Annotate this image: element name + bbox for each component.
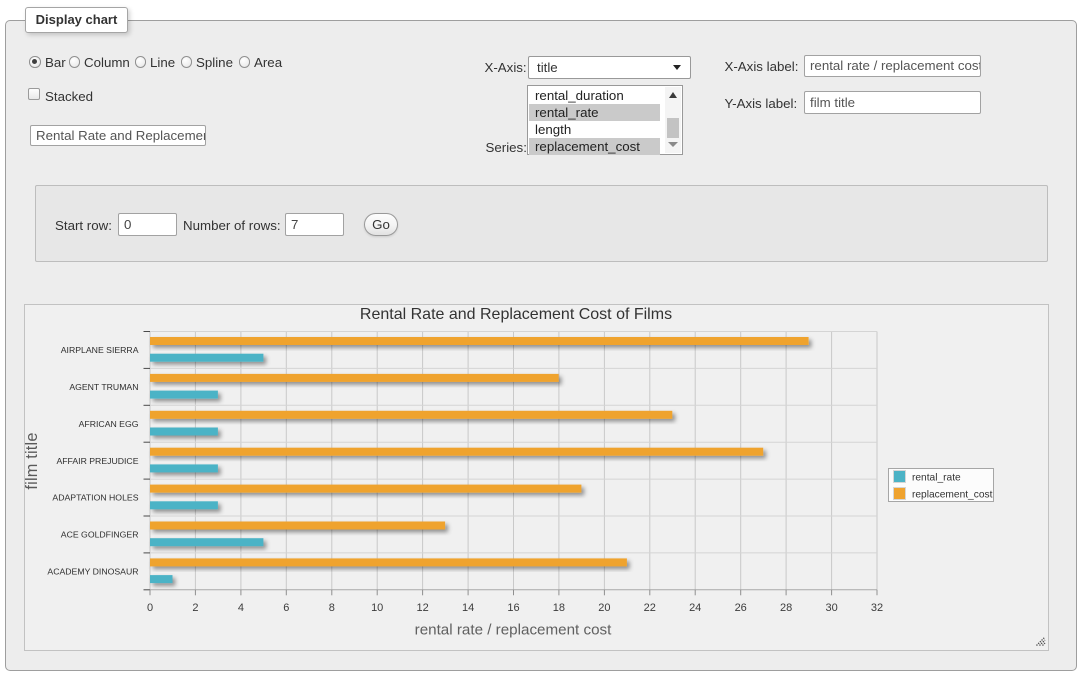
svg-text:26: 26	[735, 602, 747, 614]
svg-text:20: 20	[598, 602, 610, 614]
svg-text:18: 18	[553, 602, 565, 614]
svg-text:0: 0	[147, 602, 153, 614]
svg-text:4: 4	[238, 602, 244, 614]
svg-text:30: 30	[825, 602, 837, 614]
svg-text:10: 10	[371, 602, 383, 614]
svg-text:14: 14	[462, 602, 474, 614]
svg-text:Rental Rate and Replacement Co: Rental Rate and Replacement Cost of Film…	[360, 306, 672, 323]
svg-text:ADAPTATION HOLES: ADAPTATION HOLES	[52, 493, 138, 503]
svg-text:rental_rate: rental_rate	[912, 473, 961, 484]
svg-text:22: 22	[644, 602, 656, 614]
svg-text:6: 6	[283, 602, 289, 614]
svg-text:film title: film title	[25, 432, 41, 489]
svg-text:2: 2	[192, 602, 198, 614]
svg-text:12: 12	[416, 602, 428, 614]
svg-text:16: 16	[507, 602, 519, 614]
svg-text:AGENT TRUMAN: AGENT TRUMAN	[69, 382, 138, 392]
svg-text:24: 24	[689, 602, 701, 614]
svg-text:replacement_cost: replacement_cost	[912, 490, 993, 501]
svg-text:rental rate / replacement cost: rental rate / replacement cost	[415, 622, 612, 639]
svg-text:AFRICAN EGG: AFRICAN EGG	[79, 419, 139, 429]
svg-text:ACE GOLDFINGER: ACE GOLDFINGER	[61, 530, 139, 540]
svg-text:28: 28	[780, 602, 792, 614]
svg-text:AFFAIR PREJUDICE: AFFAIR PREJUDICE	[56, 456, 138, 466]
svg-text:AIRPLANE SIERRA: AIRPLANE SIERRA	[61, 345, 139, 355]
svg-text:ACADEMY DINOSAUR: ACADEMY DINOSAUR	[47, 567, 138, 577]
svg-text:8: 8	[329, 602, 335, 614]
svg-text:32: 32	[871, 602, 883, 614]
